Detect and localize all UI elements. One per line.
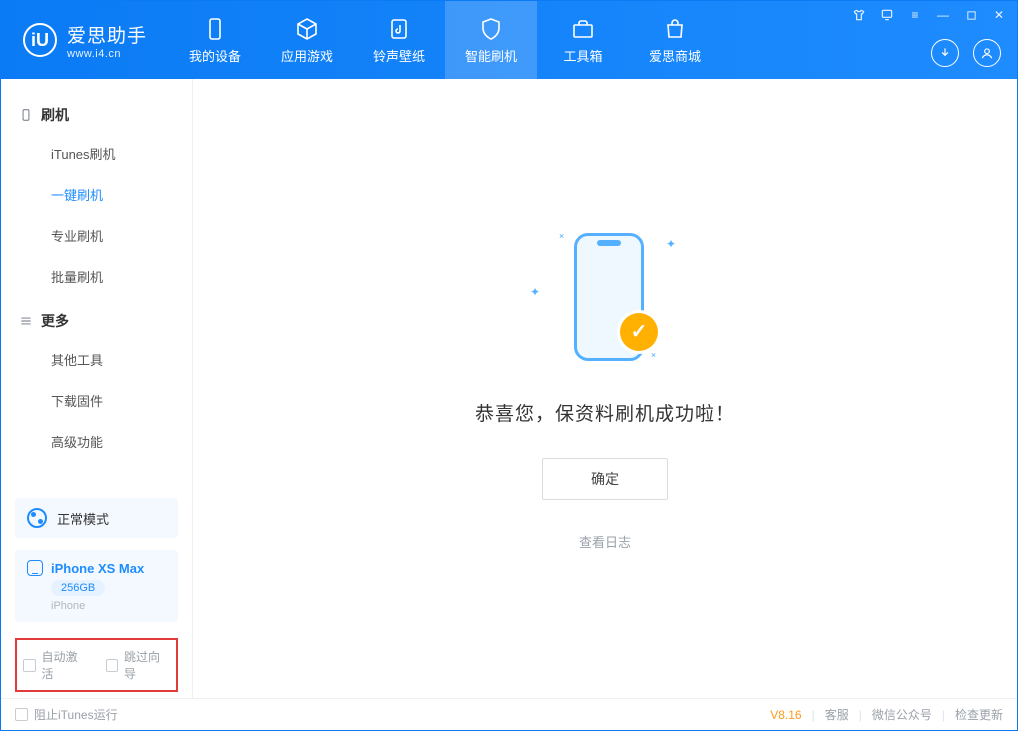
success-message: 恭喜您，保资料刷机成功啦！ [475, 399, 735, 426]
version-label: V8.16 [770, 708, 801, 722]
tab-toolbox[interactable]: 工具箱 [537, 1, 629, 79]
tab-label: 智能刷机 [465, 46, 517, 65]
sidebar-item-itunes-flash[interactable]: iTunes刷机 [1, 133, 192, 174]
logo-icon: iU [23, 23, 57, 57]
app-logo: iU 爱思助手 www.i4.cn [1, 1, 169, 79]
download-button[interactable] [931, 39, 959, 67]
device-capacity: 256GB [51, 580, 105, 596]
app-header: iU 爱思助手 www.i4.cn 我的设备 应用游戏 铃声壁纸 智能刷机 工具… [1, 1, 1017, 79]
ok-button[interactable]: 确定 [542, 458, 668, 500]
toolbox-icon [570, 16, 596, 42]
tab-store[interactable]: 爱思商城 [629, 1, 721, 79]
sidebar: 刷机 iTunes刷机 一键刷机 专业刷机 批量刷机 更多 其他工具 下载固件 … [1, 79, 193, 698]
status-bar: 阻止iTunes运行 V8.16 | 客服 | 微信公众号 | 检查更新 [1, 698, 1017, 730]
sidebar-group-flash: 刷机 [1, 97, 192, 133]
feedback-icon[interactable] [879, 7, 895, 23]
sidebar-group-title: 刷机 [41, 105, 69, 125]
footer-link-service[interactable]: 客服 [825, 706, 849, 723]
checkbox-block-itunes[interactable]: 阻止iTunes运行 [15, 706, 118, 723]
main-pane: ✦ ✦ + + ✓ 恭喜您，保资料刷机成功啦！ 确定 查看日志 [193, 79, 1017, 698]
close-button[interactable]: ✕ [991, 7, 1007, 23]
tab-label: 应用游戏 [281, 46, 333, 65]
phone-icon [202, 16, 228, 42]
device-mode-label: 正常模式 [57, 509, 109, 528]
sparkle-icon: + [555, 230, 567, 242]
bag-icon [662, 16, 688, 42]
mode-icon [27, 508, 47, 528]
view-log-link[interactable]: 查看日志 [579, 532, 631, 551]
minimize-button[interactable]: — [935, 7, 951, 23]
sidebar-group-title: 更多 [41, 311, 69, 331]
cube-icon [294, 16, 320, 42]
options-highlight: 自动激活 跳过向导 [15, 638, 178, 692]
sidebar-item-pro-flash[interactable]: 专业刷机 [1, 215, 192, 256]
device-mode-card[interactable]: 正常模式 [15, 498, 178, 538]
menu-icon[interactable]: ≡ [907, 7, 923, 23]
shield-icon [478, 16, 504, 42]
app-url: www.i4.cn [67, 48, 147, 60]
checkbox-label: 跳过向导 [124, 648, 170, 682]
checkbox-label: 自动激活 [42, 648, 88, 682]
tab-label: 铃声壁纸 [373, 46, 425, 65]
nav-tabs: 我的设备 应用游戏 铃声壁纸 智能刷机 工具箱 爱思商城 [169, 1, 721, 79]
tab-label: 爱思商城 [649, 46, 701, 65]
tab-my-device[interactable]: 我的设备 [169, 1, 261, 79]
tab-ringtones[interactable]: 铃声壁纸 [353, 1, 445, 79]
sidebar-item-oneclick-flash[interactable]: 一键刷机 [1, 174, 192, 215]
checkbox-label: 阻止iTunes运行 [34, 706, 118, 723]
sparkle-icon: ✦ [530, 285, 540, 299]
music-icon [386, 16, 412, 42]
maximize-button[interactable] [963, 7, 979, 23]
sidebar-group-more: 更多 [1, 303, 192, 339]
device-icon [19, 108, 33, 122]
sidebar-item-batch-flash[interactable]: 批量刷机 [1, 256, 192, 297]
phone-small-icon [27, 560, 43, 576]
tshirt-icon[interactable] [851, 7, 867, 23]
sidebar-item-other-tools[interactable]: 其他工具 [1, 339, 192, 380]
account-button[interactable] [973, 39, 1001, 67]
sparkle-icon: + [647, 349, 659, 361]
checkbox-auto-activate[interactable]: 自动激活 [23, 648, 88, 682]
tab-label: 工具箱 [564, 46, 603, 65]
app-title: 爱思助手 [67, 21, 147, 48]
tab-apps-games[interactable]: 应用游戏 [261, 1, 353, 79]
tab-label: 我的设备 [189, 46, 241, 65]
success-illustration: ✦ ✦ + + ✓ [530, 227, 680, 367]
device-card[interactable]: iPhone XS Max 256GB iPhone [15, 550, 178, 622]
sidebar-item-advanced[interactable]: 高级功能 [1, 421, 192, 462]
footer-link-wechat[interactable]: 微信公众号 [872, 706, 932, 723]
sparkle-icon: ✦ [666, 237, 676, 251]
device-name: iPhone XS Max [51, 561, 144, 576]
check-badge-icon: ✓ [620, 313, 658, 351]
sidebar-item-download-firmware[interactable]: 下载固件 [1, 380, 192, 421]
device-type: iPhone [51, 600, 85, 612]
list-icon [19, 314, 33, 328]
checkbox-skip-guide[interactable]: 跳过向导 [106, 648, 171, 682]
tab-smart-flash[interactable]: 智能刷机 [445, 1, 537, 79]
footer-link-update[interactable]: 检查更新 [955, 706, 1003, 723]
